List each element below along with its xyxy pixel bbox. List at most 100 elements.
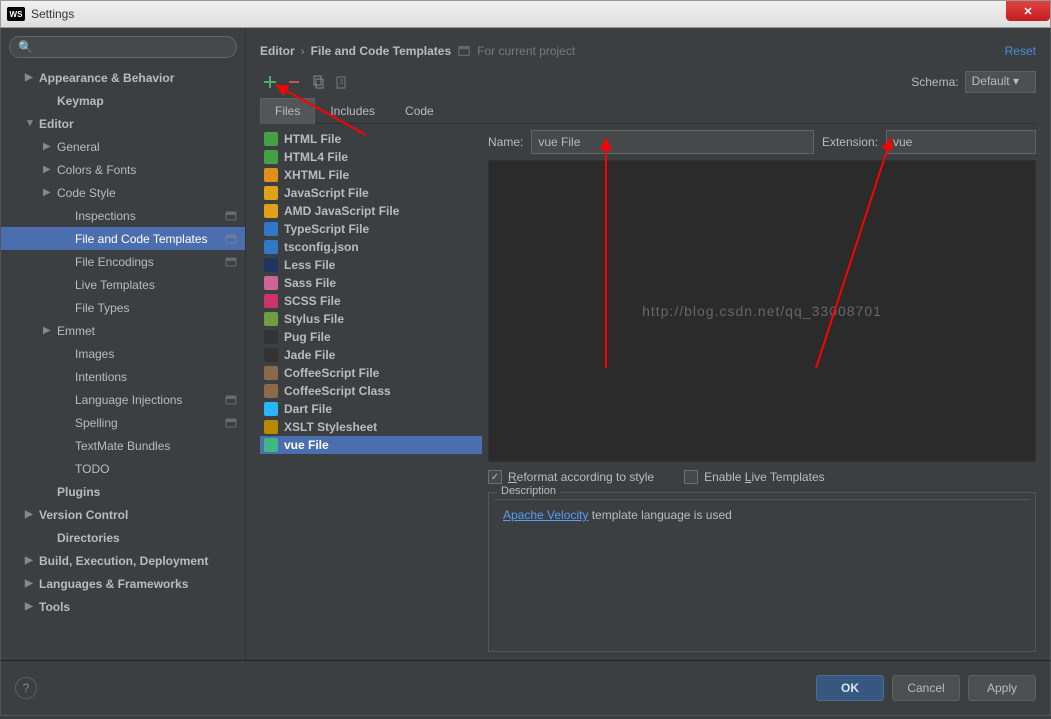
template-item[interactable]: SCSS File (260, 292, 482, 310)
filetype-icon (264, 222, 278, 236)
project-scope-icon (225, 417, 237, 429)
ok-button[interactable]: OK (816, 675, 884, 701)
tab[interactable]: Code (390, 98, 449, 123)
tree-item[interactable]: Spelling (1, 411, 245, 434)
template-item[interactable]: Less File (260, 256, 482, 274)
template-item[interactable]: Sass File (260, 274, 482, 292)
extension-input[interactable] (886, 130, 1036, 154)
filetype-icon (264, 438, 278, 452)
breadcrumb-part: File and Code Templates (311, 44, 451, 58)
apply-button[interactable]: Apply (968, 675, 1036, 701)
search-input[interactable]: 🔍 (9, 36, 237, 58)
minus-icon (287, 75, 301, 89)
dialog-button-bar: ? OK Cancel Apply (0, 660, 1051, 716)
project-scope-icon (225, 256, 237, 268)
template-item[interactable]: vue File (260, 436, 482, 454)
tree-item[interactable]: ▶Tools (1, 595, 245, 618)
project-scope-icon (225, 210, 237, 222)
filetype-icon (264, 186, 278, 200)
template-item[interactable]: TypeScript File (260, 220, 482, 238)
checkbox-icon (684, 470, 698, 484)
template-list: HTML FileHTML4 FileXHTML FileJavaScript … (260, 130, 482, 660)
template-item[interactable]: Stylus File (260, 310, 482, 328)
filetype-icon (264, 312, 278, 326)
reformat-checkbox[interactable]: Reformat according to style (488, 470, 654, 484)
template-item[interactable]: HTML4 File (260, 148, 482, 166)
template-item[interactable]: JavaScript File (260, 184, 482, 202)
tree-item[interactable]: ▶General (1, 135, 245, 158)
name-input[interactable] (531, 130, 814, 154)
reset-link[interactable]: Reset (1005, 44, 1036, 58)
plus-icon (263, 75, 277, 89)
template-item[interactable]: AMD JavaScript File (260, 202, 482, 220)
tree-item[interactable]: ▶Languages & Frameworks (1, 572, 245, 595)
tree-item[interactable]: Keymap (1, 89, 245, 112)
main-panel: Editor › File and Code Templates For cur… (246, 28, 1050, 660)
breadcrumb-sep: › (301, 44, 305, 58)
project-scope-icon (225, 233, 237, 245)
tree-item[interactable]: ▼Editor (1, 112, 245, 135)
tree-item[interactable]: ▶Build, Execution, Deployment (1, 549, 245, 572)
template-item[interactable]: Pug File (260, 328, 482, 346)
tree-item[interactable]: ▶Appearance & Behavior (1, 66, 245, 89)
copy-button[interactable] (308, 72, 328, 92)
tree-item[interactable]: Intentions (1, 365, 245, 388)
tab[interactable]: Includes (315, 98, 390, 123)
template-icon (335, 75, 349, 89)
tab[interactable]: Files (260, 98, 315, 124)
tree-item[interactable]: ▶Version Control (1, 503, 245, 526)
template-item[interactable]: CoffeeScript File (260, 364, 482, 382)
tree-item[interactable]: File and Code Templates (1, 227, 245, 250)
tree-item[interactable]: File Types (1, 296, 245, 319)
description-title: Description (497, 485, 560, 497)
template-item[interactable]: XSLT Stylesheet (260, 418, 482, 436)
template-item[interactable]: HTML File (260, 130, 482, 148)
tree-item[interactable]: Images (1, 342, 245, 365)
name-label: Name: (488, 135, 523, 149)
filetype-icon (264, 330, 278, 344)
cancel-button[interactable]: Cancel (892, 675, 960, 701)
filetype-icon (264, 384, 278, 398)
filetype-icon (264, 402, 278, 416)
tree-item[interactable]: Live Templates (1, 273, 245, 296)
template-code-editor[interactable]: http://blog.csdn.net/qq_33008701 (488, 160, 1036, 462)
project-scope-icon (457, 44, 471, 58)
tree-item[interactable]: TextMate Bundles (1, 434, 245, 457)
filetype-icon (264, 366, 278, 380)
description-group: Description Apache Velocity template lan… (488, 492, 1036, 652)
window-title: Settings (31, 7, 74, 21)
tree-item[interactable]: Directories (1, 526, 245, 549)
help-button[interactable]: ? (15, 677, 37, 699)
breadcrumb-part: Editor (260, 44, 295, 58)
search-icon: 🔍 (18, 40, 33, 54)
project-scope-icon (225, 394, 237, 406)
filetype-icon (264, 240, 278, 254)
live-templates-checkbox[interactable]: Enable Live Templates (684, 470, 825, 484)
extension-label: Extension: (822, 135, 878, 149)
schema-label: Schema: (911, 75, 958, 89)
template-item[interactable]: Dart File (260, 400, 482, 418)
schema-select[interactable]: Default ▾ (965, 71, 1036, 93)
tree-item[interactable]: ▶Code Style (1, 181, 245, 204)
filetype-icon (264, 348, 278, 362)
velocity-link[interactable]: Apache Velocity (503, 508, 588, 522)
tree-item[interactable]: ▶Colors & Fonts (1, 158, 245, 181)
tabs: FilesIncludesCode (260, 98, 1036, 124)
window-close-button[interactable]: ✕ (1006, 1, 1050, 21)
filetype-icon (264, 294, 278, 308)
remove-button[interactable] (284, 72, 304, 92)
tree-item[interactable]: Plugins (1, 480, 245, 503)
tree-item[interactable]: File Encodings (1, 250, 245, 273)
add-button[interactable] (260, 72, 280, 92)
template-editor-pane: Name: Extension: http://blog.csdn.net/qq… (488, 130, 1036, 660)
template-button[interactable] (332, 72, 352, 92)
template-item[interactable]: Jade File (260, 346, 482, 364)
toolbar: Schema: Default ▾ (260, 70, 1036, 94)
template-item[interactable]: tsconfig.json (260, 238, 482, 256)
template-item[interactable]: CoffeeScript Class (260, 382, 482, 400)
tree-item[interactable]: Inspections (1, 204, 245, 227)
template-item[interactable]: XHTML File (260, 166, 482, 184)
tree-item[interactable]: TODO (1, 457, 245, 480)
tree-item[interactable]: Language Injections (1, 388, 245, 411)
tree-item[interactable]: ▶Emmet (1, 319, 245, 342)
